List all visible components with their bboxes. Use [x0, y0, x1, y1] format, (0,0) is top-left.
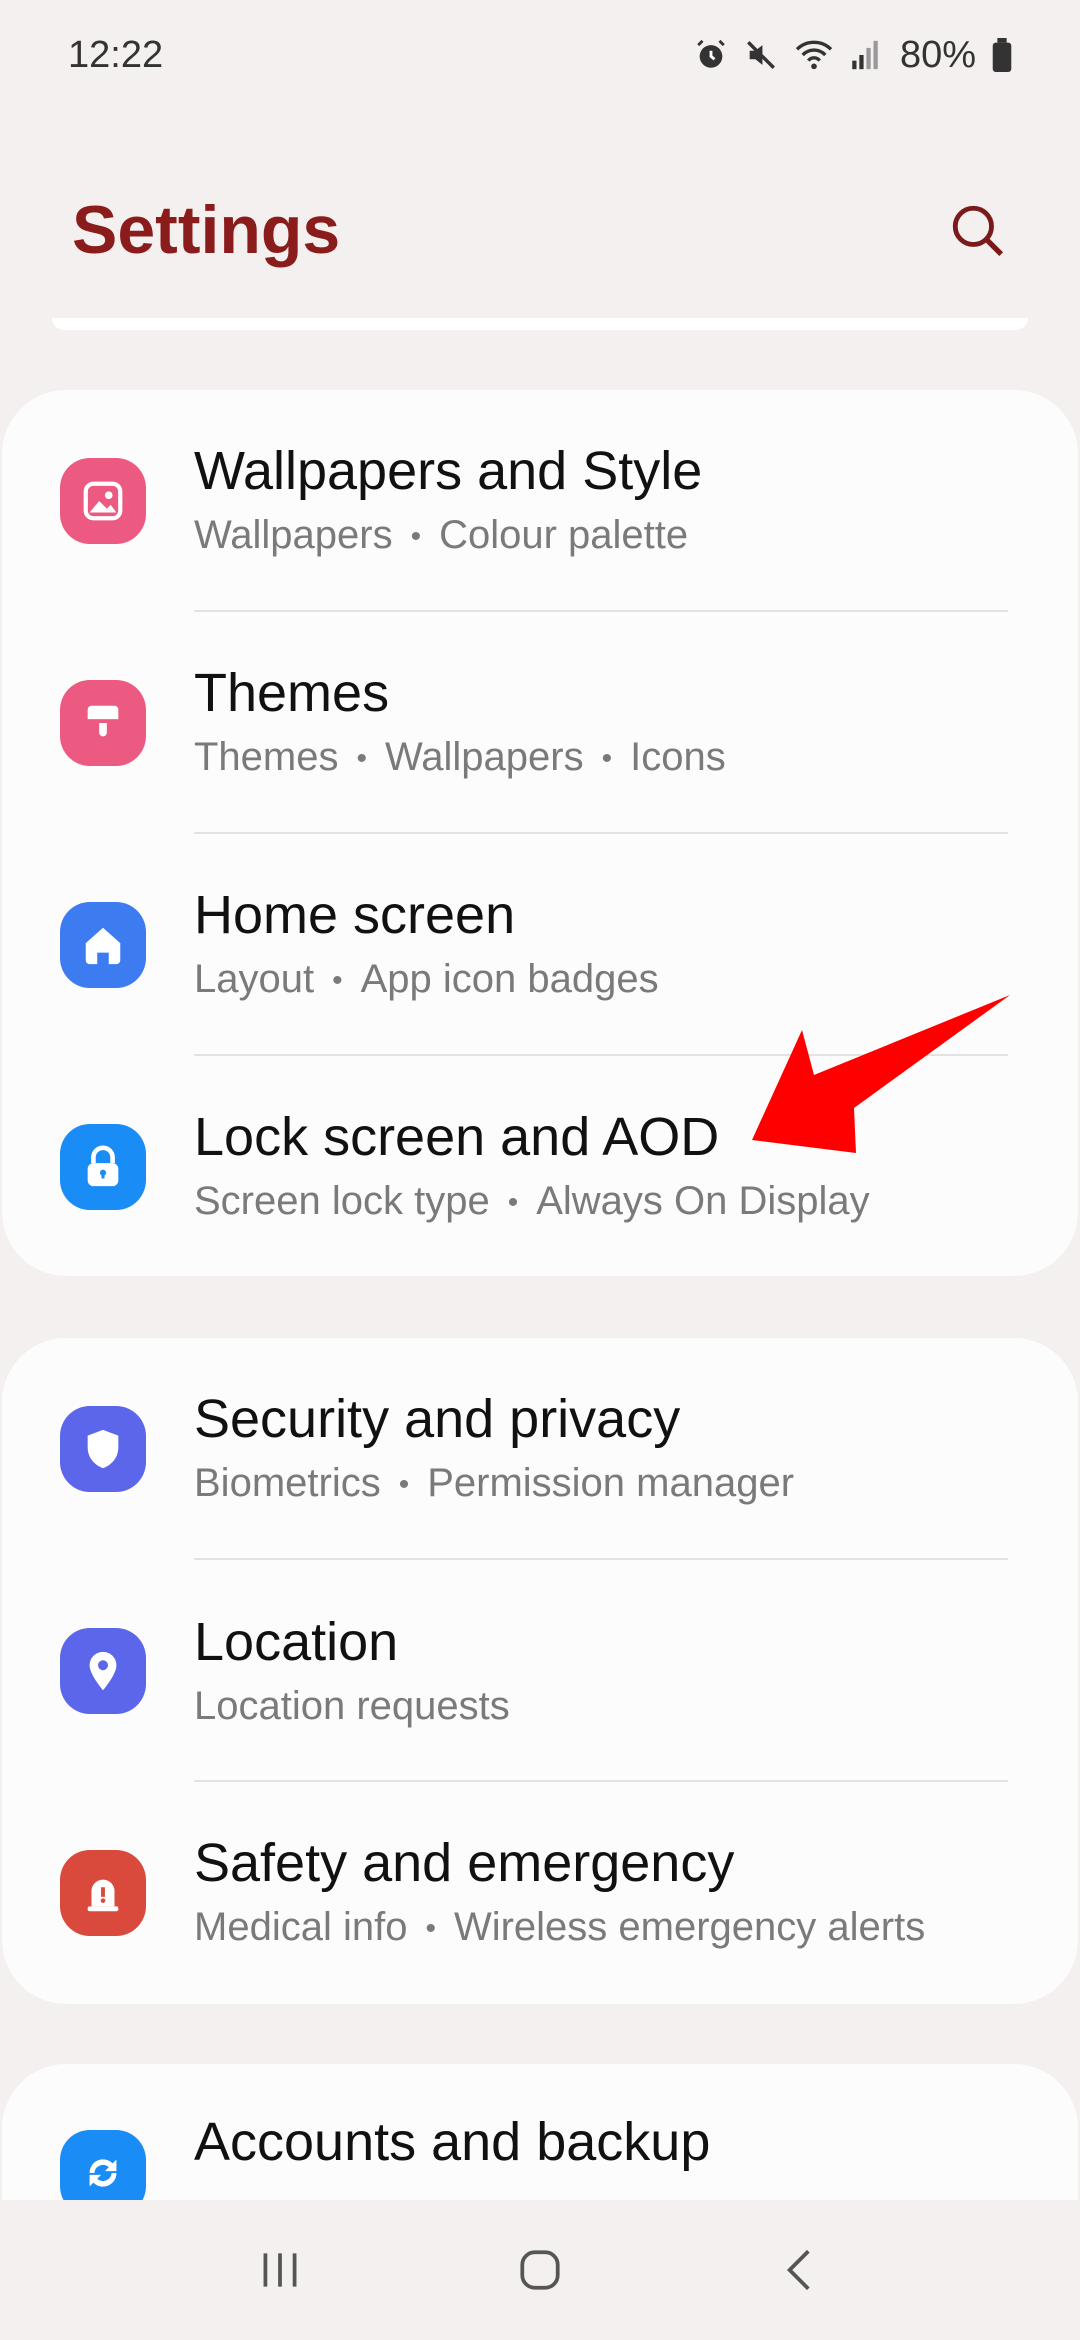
item-title: Safety and emergency: [194, 1832, 735, 1893]
navigation-bar: [0, 2200, 1080, 2340]
settings-item-safety[interactable]: Safety and emergency Medical info • Wirele…: [2, 1782, 1078, 2004]
annotation-arrow-icon: [752, 995, 1010, 1153]
settings-item-location[interactable]: Location Location requests: [2, 1560, 1078, 1782]
item-title: Wallpapers and Style: [194, 440, 703, 501]
page-title: Settings: [72, 192, 341, 268]
paintbrush-icon: [60, 680, 146, 766]
status-time: 12:22: [68, 33, 164, 76]
settings-group-security: Security and privacy Biometrics • Permissi…: [2, 1338, 1078, 2004]
subtitle-part: Themes: [194, 734, 339, 779]
previous-card-edge: [52, 318, 1028, 330]
item-title: Accounts and backup: [194, 2112, 711, 2172]
item-subtitle: Medical info • Wireless emergency alerts: [194, 1904, 926, 1949]
status-icons: 80%: [694, 34, 1012, 77]
settings-item-wallpapers[interactable]: Wallpapers and Style Wallpapers • Colour p…: [2, 390, 1078, 612]
item-title: Location: [194, 1612, 399, 1672]
subtitle-part: Permission manager: [427, 1460, 795, 1505]
item-subtitle: Themes • Wallpapers • Icons: [194, 734, 726, 779]
recents-icon: [263, 2253, 297, 2287]
subtitle-part: Always On Display: [536, 1178, 870, 1223]
signal-icon: [850, 38, 880, 72]
item-subtitle: Biometrics • Permission manager: [194, 1460, 795, 1505]
item-title: Themes: [194, 662, 390, 723]
home-button-icon: [520, 2250, 560, 2290]
lock-icon: [60, 1124, 146, 1210]
shield-icon: [60, 1406, 146, 1492]
settings-item-security[interactable]: Security and privacy Biometrics • Permissi…: [2, 1338, 1078, 1560]
subtitle-part: Wallpapers: [385, 734, 584, 779]
subtitle-part: Screen lock type: [194, 1178, 490, 1223]
emergency-icon: [60, 1850, 146, 1936]
subtitle-part: Icons: [630, 734, 726, 779]
item-subtitle: Wallpapers • Colour palette: [194, 512, 689, 557]
battery-percent: 80%: [899, 33, 976, 76]
item-subtitle: Location requests: [194, 1680, 1038, 1732]
header: Settings: [72, 175, 1012, 285]
subtitle-part: Wireless emergency alerts: [453, 1904, 926, 1949]
subtitle-part: App icon badges: [360, 956, 659, 1001]
item-subtitle: Screen lock type • Always On Display: [194, 1178, 870, 1223]
back-icon: [786, 2249, 810, 2291]
subtitle-part: Biometrics: [194, 1460, 381, 1505]
item-title: Home screen: [194, 884, 516, 945]
wallpaper-icon: [60, 458, 146, 544]
location-pin-icon: [60, 1628, 146, 1714]
alarm-icon: [694, 38, 728, 72]
home-button[interactable]: [490, 2220, 590, 2320]
subtitle-part: Colour palette: [439, 512, 689, 557]
battery-icon: [992, 38, 1012, 72]
settings-item-themes[interactable]: Themes Themes • Wallpapers • Icons: [2, 612, 1078, 834]
back-button[interactable]: [750, 2220, 850, 2320]
settings-screen: 12:22 80% Settings Wallpapers and Style …: [0, 0, 1080, 2340]
subtitle-part: Layout: [194, 956, 315, 1001]
subtitle-part: Location requests: [194, 1684, 510, 1728]
recents-button[interactable]: [230, 2220, 330, 2320]
subtitle-part: Wallpapers: [194, 512, 393, 557]
subtitle-part: Medical info: [194, 1904, 408, 1949]
mute-icon: [744, 38, 778, 72]
search-icon: [952, 205, 1004, 257]
wifi-icon: [794, 38, 834, 72]
status-bar: 12:22 80%: [0, 0, 1080, 110]
item-title: Security and privacy: [194, 1388, 681, 1449]
home-icon: [60, 902, 146, 988]
search-button[interactable]: [942, 195, 1012, 265]
